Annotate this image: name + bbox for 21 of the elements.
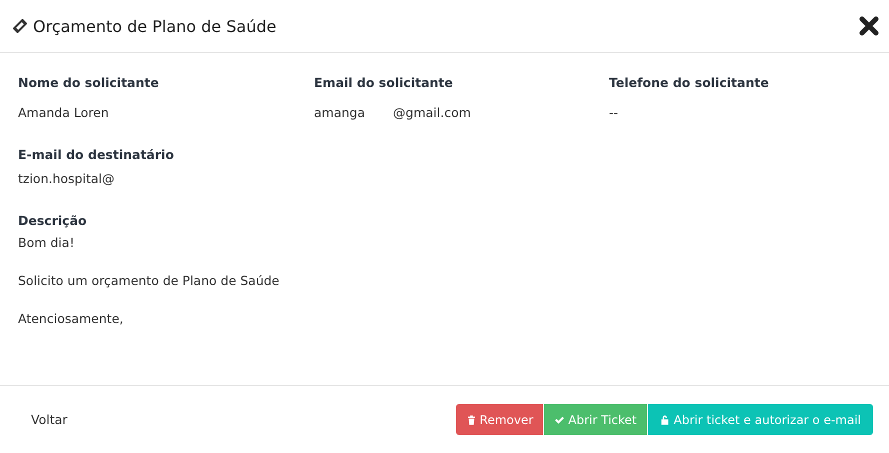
field-value: --	[609, 105, 618, 121]
window-title: Orçamento de Plano de Saúde	[33, 16, 276, 36]
trash-icon	[466, 414, 477, 426]
description-text: Bom dia!	[18, 235, 76, 251]
field-label: Nome do solicitante	[18, 75, 160, 91]
description-text: Solicito um orçamento de Plano de Saúde	[18, 273, 280, 289]
field-value: tzion.hospital@	[18, 171, 116, 187]
field-value: Amanda Loren	[18, 105, 109, 121]
action-button[interactable]: Abrir ticket e autorizar o e-mail	[648, 404, 873, 435]
remove-button[interactable]: Remover	[456, 404, 544, 435]
description-text: Atenciosamente,	[18, 311, 124, 327]
close-icon[interactable]	[859, 16, 879, 36]
action-button[interactable]: Abrir Ticket	[544, 404, 647, 435]
field-label: Email do solicitante	[314, 75, 454, 91]
field-label: Telefone do solicitante	[609, 75, 770, 91]
field-value: @gmail.com	[393, 105, 471, 121]
unlock-icon	[660, 414, 671, 426]
field-label: E-mail do destinatário	[18, 147, 175, 163]
back-link[interactable]: Voltar	[31, 412, 68, 427]
field-label: Descrição	[18, 213, 88, 229]
field-value: amanga	[314, 105, 366, 121]
